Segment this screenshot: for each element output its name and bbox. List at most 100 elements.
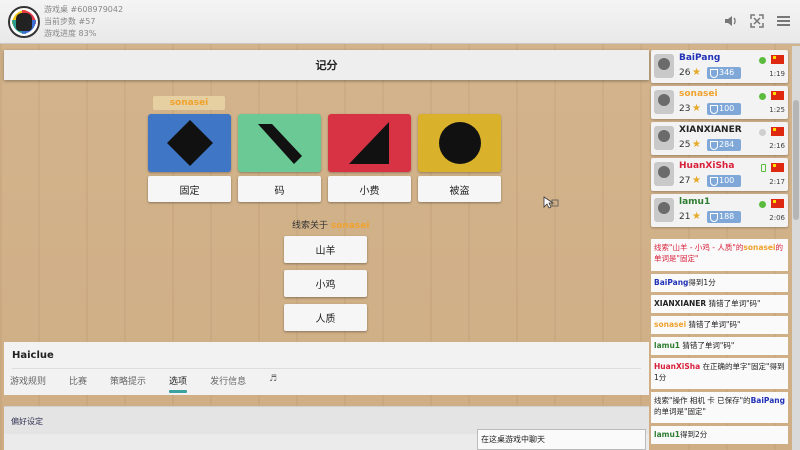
tab-strategy[interactable]: 策略提示 [110,374,146,387]
player-avatar[interactable] [654,54,674,78]
player-clock: 1:25 [769,106,785,114]
music-note-icon[interactable]: ♬ [269,374,277,387]
card-face[interactable] [418,114,501,172]
log-player[interactable]: BaiPang [654,278,688,287]
mobile-status-icon [761,164,766,172]
player-avatar[interactable] [654,162,674,186]
player-card[interactable]: HuanXiSha 27 ★ 100 2:17 [651,158,788,191]
word-card-4[interactable]: 被盗 [418,114,501,202]
game-info-panel: Haiclue 游戏规则 比赛 策略提示 选项 发行信息 ♬ [4,342,649,395]
player-score: 21 [679,212,691,222]
game-progress: 游戏进度 83% [44,29,97,38]
china-flag-icon [771,199,784,208]
online-status-icon [759,57,766,64]
log-player[interactable]: HuanXiSha [654,362,700,371]
player-name[interactable]: lamu1 [679,197,710,207]
info-tabs: 游戏规则 比赛 策略提示 选项 发行信息 ♬ [10,374,300,393]
player-score: 25 [679,140,691,150]
clue-word-button[interactable]: 人质 [284,304,367,331]
mouse-cursor-icon [543,196,559,209]
log-player[interactable]: lamu1 [654,430,680,439]
page-title: 记分 [4,50,649,80]
player-rank: 346 [707,67,741,79]
log-player[interactable]: lamu1 [654,341,680,350]
top-bar: 游戏桌 #608979042 当前步数 #57 游戏进度 83% [0,0,800,44]
player-clock: 2:17 [769,178,785,186]
preferences-heading: 偏好设定 [11,417,43,426]
player-name[interactable]: BaiPang [679,53,720,63]
player-clock: 1:19 [769,70,785,78]
tab-competition[interactable]: 比赛 [69,374,87,387]
log-entry: 线索"操作 相机 卡 已保存"的BaiPang的单词是"固定" [651,392,788,423]
clue-player-name: sonasei [330,221,370,231]
player-name[interactable]: HuanXiSha [679,161,734,171]
table-id: 游戏桌 #608979042 [44,5,124,14]
card-row: 固定 码 小费 被盗 [148,114,508,204]
scrollbar-thumb[interactable] [793,100,799,220]
table-meta: 游戏桌 #608979042 当前步数 #57 游戏进度 83% [44,4,123,40]
log-player[interactable]: sonasei [743,243,775,252]
china-flag-icon [771,163,784,172]
player-avatar[interactable] [654,126,674,150]
player-sidebar: BaiPang 26 ★ 346 1:19 sonasei 23 ★ 100 1… [651,46,791,450]
player-name[interactable]: sonasei [679,89,718,99]
player-card[interactable]: BaiPang 26 ★ 346 1:19 [651,50,788,83]
word-card-1[interactable]: 固定 [148,114,231,202]
player-clock: 2:16 [769,142,785,150]
table-chat-input[interactable]: 在这桌游戏中聊天 [477,429,646,450]
player-card[interactable]: sonasei 23 ★ 100 1:25 [651,86,788,119]
china-flag-icon [771,91,784,100]
move-number: 当前步数 #57 [44,17,96,26]
log-entry: BaiPang得到1分 [651,274,788,292]
star-icon: ★ [692,67,701,78]
player-score: 26 [679,68,691,78]
meeple-icon [16,13,32,31]
card-label-button[interactable]: 小费 [328,176,411,202]
sound-icon[interactable] [724,14,738,28]
china-flag-icon [771,127,784,136]
diagonal-bar-icon [257,124,302,164]
card-face[interactable] [238,114,321,172]
china-flag-icon [771,55,784,64]
game-name: Haiclue [12,350,54,361]
menu-icon[interactable] [776,14,790,28]
card-label-button[interactable]: 码 [238,176,321,202]
log-player[interactable]: BaiPang [751,396,785,405]
card-face[interactable] [148,114,231,172]
player-name[interactable]: XIANXIANER [679,125,742,135]
player-clock: 2:06 [769,214,785,222]
card-face[interactable] [328,114,411,172]
word-card-2[interactable]: 码 [238,114,321,202]
player-score: 23 [679,104,691,114]
player-avatar[interactable] [654,198,674,222]
card-label-button[interactable]: 被盗 [418,176,501,202]
clue-word-button[interactable]: 山羊 [284,236,367,263]
online-status-icon [759,93,766,100]
offline-status-icon [759,129,766,136]
player-rank: 100 [707,175,741,187]
diamond-icon [166,120,213,166]
player-card[interactable]: XIANXIANER 25 ★ 284 2:16 [651,122,788,155]
site-logo[interactable] [8,6,40,38]
fullscreen-icon[interactable] [750,14,764,28]
log-entry: sonasei 猜错了单词"码" [651,316,788,334]
online-status-icon [759,201,766,208]
tab-options[interactable]: 选项 [169,374,188,393]
sidebar-scrollbar[interactable] [792,46,800,450]
log-entry: lamu1得到2分 [651,426,788,444]
player-rank: 100 [707,103,741,115]
tab-rules[interactable]: 游戏规则 [10,374,46,387]
log-player[interactable]: sonasei [654,320,686,329]
circle-icon [438,122,481,164]
clue-word-button[interactable]: 小鸡 [284,270,367,297]
log-entry: 线索"山羊 - 小鸡 - 人质"的sonasei的单词是"固定" [651,239,788,271]
word-card-3[interactable]: 小费 [328,114,411,202]
player-card[interactable]: lamu1 21 ★ 188 2:06 [651,194,788,227]
card-label-button[interactable]: 固定 [148,176,231,202]
tab-release-info[interactable]: 发行信息 [210,374,246,387]
player-score: 27 [679,176,691,186]
log-player[interactable]: XIANXIANER [654,299,706,308]
player-avatar[interactable] [654,90,674,114]
log-entry: XIANXIANER 猜错了单词"码" [651,295,788,313]
active-player-tag: sonasei [153,96,225,110]
